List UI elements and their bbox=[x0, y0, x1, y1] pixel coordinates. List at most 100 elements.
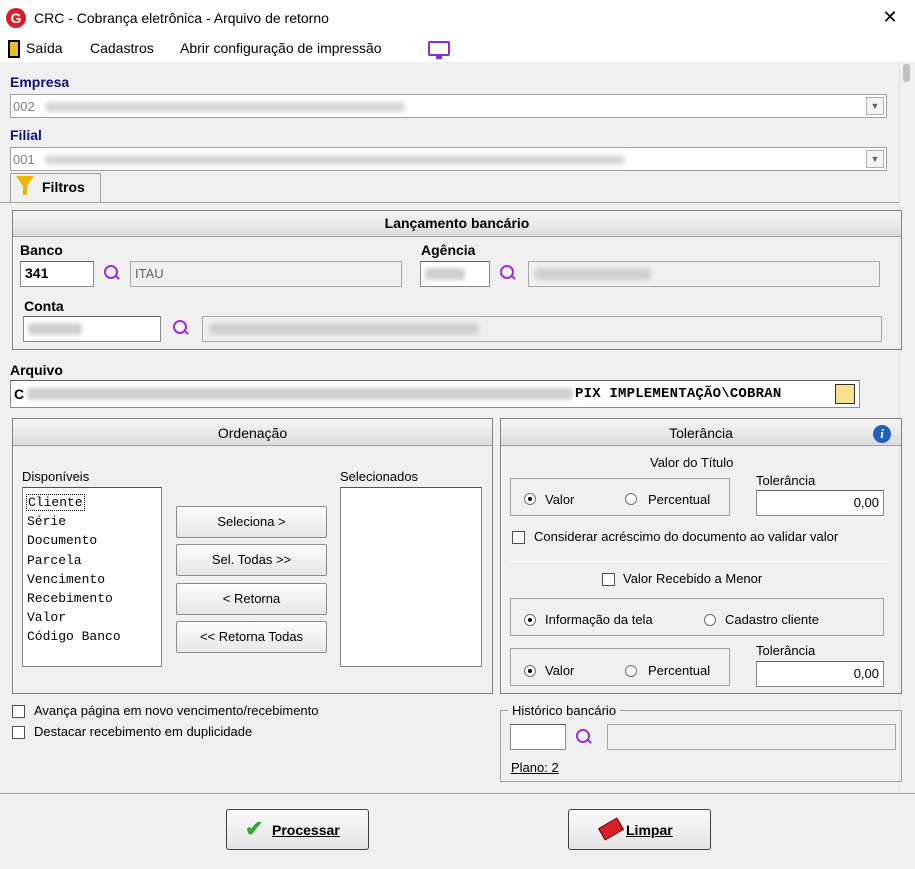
selected-label: Selecionados bbox=[340, 469, 419, 484]
agencia-code-redacted bbox=[425, 268, 465, 280]
filial-name-redacted bbox=[45, 155, 625, 165]
tolerancia-input-2[interactable]: 0,00 bbox=[756, 661, 884, 687]
lancamento-title: Lançamento bancário bbox=[13, 211, 901, 237]
conta-code-redacted bbox=[28, 323, 82, 335]
radio-info-tela[interactable] bbox=[524, 614, 536, 626]
list-item[interactable]: Série bbox=[27, 514, 66, 529]
valor-titulo-label: Valor do Título bbox=[650, 455, 734, 470]
window-title: CRC - Cobrança eletrônica - Arquivo de r… bbox=[34, 10, 329, 26]
conta-label: Conta bbox=[24, 298, 64, 314]
limpar-label: Limpar bbox=[626, 822, 673, 838]
filial-select[interactable]: 001 ▼ bbox=[10, 147, 887, 171]
search-icon[interactable] bbox=[498, 264, 516, 282]
radio-valor-label: Valor bbox=[545, 492, 575, 507]
historico-name-field bbox=[607, 724, 896, 750]
empresa-name-redacted bbox=[45, 102, 405, 112]
funnel-icon-stem bbox=[23, 187, 27, 195]
radio-percentual[interactable] bbox=[625, 493, 637, 505]
menu-print-config[interactable]: Abrir configuração de impressão bbox=[180, 40, 382, 56]
available-list[interactable]: Cliente Série Documento Parcela Vencimen… bbox=[22, 487, 162, 667]
arquivo-input[interactable]: C PIX IMPLEMENTAÇÃO\COBRAN bbox=[10, 380, 860, 408]
avanca-label: Avança página em novo vencimento/recebim… bbox=[34, 703, 319, 718]
folder-open-icon[interactable] bbox=[835, 384, 855, 404]
agencia-label: Agência bbox=[421, 242, 476, 258]
banco-label: Banco bbox=[20, 242, 63, 258]
processar-button[interactable]: ✔ Processar bbox=[226, 809, 369, 850]
check-icon: ✔ bbox=[245, 816, 264, 841]
tab-filtros-label: Filtros bbox=[42, 179, 85, 195]
radio-valor-2-label: Valor bbox=[545, 663, 575, 678]
historico-code-input[interactable] bbox=[510, 724, 566, 750]
return-button[interactable]: < Retorna bbox=[176, 583, 327, 615]
eraser-icon bbox=[597, 817, 625, 841]
chevron-down-icon[interactable]: ▼ bbox=[866, 97, 884, 115]
processar-label: Processar bbox=[272, 822, 340, 838]
tolerancia-label-1: Tolerância bbox=[756, 473, 816, 488]
selected-list[interactable] bbox=[340, 487, 482, 667]
banco-code-input[interactable]: 341 bbox=[20, 261, 94, 287]
empresa-label: Empresa bbox=[10, 74, 70, 90]
limpar-button[interactable]: Limpar bbox=[568, 809, 711, 850]
tolerancia-title: Tolerância bbox=[501, 419, 901, 446]
arquivo-path: PIX IMPLEMENTAÇÃO\COBRAN bbox=[575, 386, 782, 402]
agencia-name-field bbox=[528, 261, 880, 287]
scrollbar-thumb[interactable] bbox=[903, 64, 910, 82]
list-item[interactable]: Código Banco bbox=[27, 629, 121, 644]
list-item[interactable]: Valor bbox=[27, 610, 66, 625]
radio-cadastro-cliente-label: Cadastro cliente bbox=[725, 612, 819, 627]
valor-recebido-menor-checkbox[interactable] bbox=[602, 573, 615, 586]
return-all-button[interactable]: << Retorna Todas bbox=[176, 621, 327, 653]
radio-percentual-label: Percentual bbox=[648, 492, 711, 507]
menu-exit[interactable]: Saída bbox=[26, 40, 63, 56]
exit-door-icon[interactable] bbox=[8, 40, 20, 58]
plano-link[interactable]: Plano: 2 bbox=[511, 760, 559, 775]
destacar-label: Destacar recebimento em duplicidade bbox=[34, 724, 253, 739]
considerar-label: Considerar acréscimo do documento ao val… bbox=[534, 529, 839, 544]
historico-label: Histórico bancário bbox=[508, 703, 621, 718]
info-icon[interactable]: i bbox=[873, 425, 891, 443]
empresa-select[interactable]: 002 ▼ bbox=[10, 94, 887, 118]
app-logo-icon: G bbox=[6, 8, 26, 28]
radio-info-tela-label: Informação da tela bbox=[545, 612, 653, 627]
filial-label: Filial bbox=[10, 127, 42, 143]
radio-percentual-2-label: Percentual bbox=[648, 663, 711, 678]
search-icon[interactable] bbox=[102, 264, 120, 282]
search-icon[interactable] bbox=[171, 319, 189, 337]
radio-cadastro-cliente[interactable] bbox=[704, 614, 716, 626]
arquivo-path-redacted bbox=[27, 388, 573, 400]
ordenacao-title: Ordenação bbox=[13, 419, 492, 446]
banco-name-field: ITAU bbox=[130, 261, 402, 287]
empresa-value: 002 bbox=[13, 99, 35, 114]
list-item[interactable]: Recebimento bbox=[27, 591, 113, 606]
tolerancia-label-2: Tolerância bbox=[756, 643, 816, 658]
radio-valor-2[interactable] bbox=[524, 665, 536, 677]
list-item[interactable]: Documento bbox=[27, 533, 97, 548]
agencia-code-input[interactable] bbox=[420, 261, 490, 287]
close-icon[interactable]: ✕ bbox=[878, 6, 902, 30]
conta-name-redacted bbox=[209, 323, 479, 335]
menu-registers[interactable]: Cadastros bbox=[90, 40, 154, 56]
radio-valor[interactable] bbox=[524, 493, 536, 505]
conta-name-field bbox=[202, 316, 882, 342]
radio-percentual-2[interactable] bbox=[625, 665, 637, 677]
agencia-name-redacted bbox=[535, 268, 651, 280]
arquivo-label: Arquivo bbox=[10, 362, 63, 378]
tolerancia-input-1[interactable]: 0,00 bbox=[756, 490, 884, 516]
chevron-down-icon[interactable]: ▼ bbox=[866, 150, 884, 168]
monitor-icon[interactable] bbox=[428, 41, 450, 59]
filial-value: 001 bbox=[13, 152, 35, 167]
footer-bar bbox=[0, 793, 915, 869]
avanca-checkbox[interactable] bbox=[12, 705, 25, 718]
list-item[interactable]: Cliente bbox=[26, 494, 85, 511]
list-item[interactable]: Parcela bbox=[27, 553, 82, 568]
available-label: Disponíveis bbox=[22, 469, 90, 484]
conta-code-input[interactable] bbox=[23, 316, 161, 342]
select-button[interactable]: Seleciona > bbox=[176, 506, 327, 538]
search-icon[interactable] bbox=[574, 728, 592, 746]
valor-recebido-menor-label: Valor Recebido a Menor bbox=[623, 571, 763, 586]
destacar-checkbox[interactable] bbox=[12, 726, 25, 739]
arquivo-prefix: C bbox=[14, 386, 25, 402]
considerar-checkbox[interactable] bbox=[512, 531, 525, 544]
select-all-button[interactable]: Sel. Todas >> bbox=[176, 544, 327, 576]
list-item[interactable]: Vencimento bbox=[27, 572, 105, 587]
